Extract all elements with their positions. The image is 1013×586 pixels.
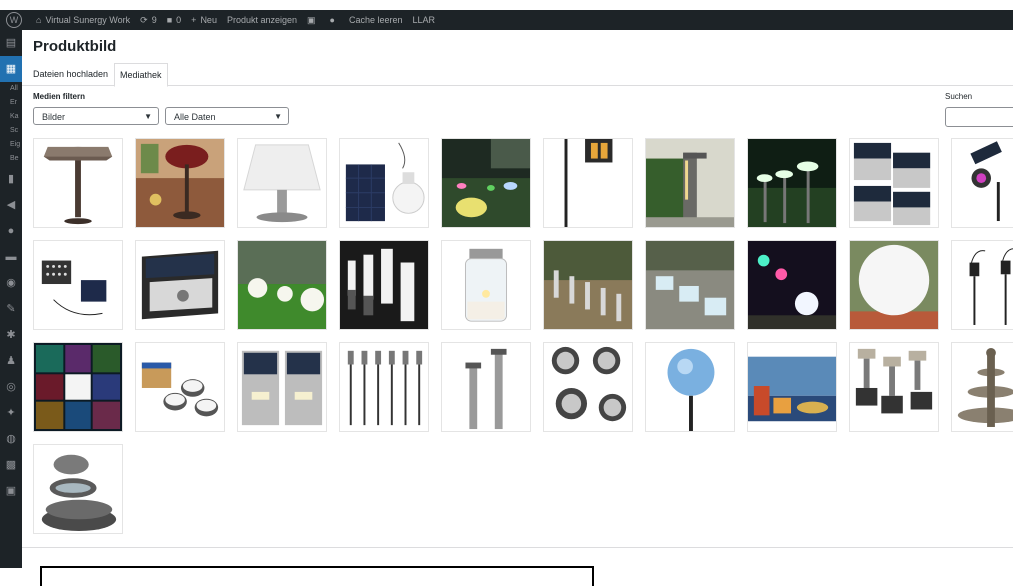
marketing-icon[interactable]: ◀ (0, 192, 22, 218)
media-item-wall-lights-pack[interactable] (849, 138, 939, 228)
analytics-icon[interactable]: ▮ (0, 166, 22, 192)
media-item-blue-globe-stake[interactable] (645, 342, 735, 432)
media-item-tube-lights-night[interactable] (339, 240, 429, 330)
modal-title: Produktbild (33, 38, 117, 55)
selection-box (40, 566, 594, 586)
users-icon[interactable]: ◉ (0, 270, 22, 296)
media-item-white-globe-lamp[interactable] (849, 240, 939, 330)
yoast-link[interactable]: ▣ (307, 15, 320, 26)
sidebar-item-4[interactable]: Eig (0, 138, 22, 152)
updates-count: 9 (151, 15, 157, 25)
grid-icon[interactable]: ▩ (0, 452, 22, 478)
settings-icon[interactable]: ✱ (0, 322, 22, 348)
media-type-select[interactable]: Bilder ▼ (33, 107, 159, 125)
media-item-mason-jar-light[interactable] (441, 240, 531, 330)
media-item-bollard-pair[interactable] (441, 342, 531, 432)
media-item-spotlight-rgb[interactable] (951, 138, 1013, 228)
search-input[interactable] (945, 107, 1013, 127)
site-name: Virtual Sunergy Work (45, 15, 131, 25)
chevron-down-icon: ▼ (144, 112, 152, 121)
cache-label: Cache leeren (348, 15, 403, 25)
wordpress-logo-icon[interactable]: W (6, 12, 22, 28)
media-item-lantern-lake[interactable] (747, 342, 837, 432)
sidebar-item-5[interactable]: Be (0, 152, 22, 166)
plus-icon: + (191, 15, 197, 25)
media-item-garden-ball-lights[interactable] (237, 240, 327, 330)
seo-icon[interactable]: ◎ (0, 374, 22, 400)
media-item-solar-panel-bulb[interactable] (339, 138, 429, 228)
media-item-stake-lights-set[interactable] (339, 342, 429, 432)
media-type-value: Bilder (42, 112, 66, 122)
admin-sidebar: ▤ ▦ All Er Ka Sc Eig Be ▮ ◀ ● ▬ ◉ ✎ ✱ ♟ … (0, 30, 22, 568)
llar-link[interactable]: LLAR (413, 15, 436, 25)
media-item-disk-lights-set[interactable] (543, 342, 633, 432)
products-icon[interactable]: ▦ (0, 56, 22, 82)
home-icon: ⌂ (36, 15, 42, 25)
admin-bar: W ⌂ Virtual Sunergy Work ⟳ 9 ■ 0 + Neu P… (0, 10, 1013, 30)
llar-label: LLAR (412, 15, 436, 25)
refresh-icon: ⟳ (140, 14, 148, 25)
media-item-floodlight-solar[interactable] (33, 240, 123, 330)
sidebar-item-2[interactable]: Ka (0, 110, 22, 124)
media-item-glowing-stones-garden[interactable] (441, 138, 531, 228)
media-item-lamp-red-table[interactable] (135, 138, 225, 228)
sidebar-item-1[interactable]: Er (0, 96, 22, 110)
yoast-icon: ▣ (307, 14, 316, 25)
date-select[interactable]: Alle Daten ▼ (165, 107, 289, 125)
media-modal: Produktbild Dateien hochladen Mediathek … (22, 30, 1013, 586)
site-name-link[interactable]: ⌂ Virtual Sunergy Work (36, 15, 130, 25)
media-item-stake-lights-path[interactable] (543, 240, 633, 330)
new-link[interactable]: + Neu (191, 15, 217, 25)
wrench-icon[interactable]: ✦ (0, 400, 22, 426)
media-item-garden-stake-lights[interactable] (747, 138, 837, 228)
user-icon[interactable]: ♟ (0, 348, 22, 374)
media-item-fountain-tier[interactable] (951, 342, 1013, 432)
tab-upload-files[interactable]: Dateien hochladen (28, 63, 113, 85)
status-dot-icon: ● (329, 15, 335, 25)
media-item-lantern-stakes[interactable] (951, 240, 1013, 330)
date-value: Alle Daten (174, 112, 216, 122)
tab-media-library[interactable]: Mediathek (114, 63, 168, 87)
new-label: Neu (200, 15, 217, 25)
media-item-paver-lights[interactable] (645, 240, 735, 330)
media-item-fountain-stone[interactable] (33, 444, 123, 534)
modal-tabs: Dateien hochladen Mediathek (22, 63, 1013, 87)
media-item-wall-sensor-light[interactable] (135, 240, 225, 330)
media-item-puck-lights-box[interactable] (135, 342, 225, 432)
yoast-sidebar-icon[interactable]: ▣ (0, 478, 22, 504)
media-item-lantern-post[interactable] (543, 138, 633, 228)
view-product-label: Produkt anzeigen (226, 15, 298, 25)
updates-link[interactable]: ⟳ 9 (140, 15, 157, 26)
status-dot-link[interactable]: ● (330, 15, 339, 25)
media-item-wall-lights-pair[interactable] (237, 342, 327, 432)
sidebar-item-0[interactable]: All (0, 82, 22, 96)
appearance-icon[interactable]: ● (0, 218, 22, 244)
sidebar-item-3[interactable]: Sc (0, 124, 22, 138)
media-item-lamp-white-table[interactable] (237, 138, 327, 228)
media-item-rgb-lights-collage[interactable] (33, 342, 123, 432)
comments-count: 0 (176, 15, 182, 25)
media-item-colorful-ball-lights[interactable] (747, 240, 837, 330)
cache-link[interactable]: Cache leeren (349, 15, 403, 25)
comment-icon: ■ (166, 15, 173, 25)
media-item-stake-lights-steel[interactable] (849, 342, 939, 432)
comments-link[interactable]: ■ 0 (167, 15, 181, 25)
circle-icon[interactable]: ◍ (0, 426, 22, 452)
chevron-down-icon: ▼ (274, 112, 282, 121)
media-item-lamp-mosaic-shade[interactable] (33, 138, 123, 228)
plugins-icon[interactable]: ▬ (0, 244, 22, 270)
filter-label: Medien filtern (33, 92, 86, 101)
tools-icon[interactable]: ✎ (0, 296, 22, 322)
view-product-link[interactable]: Produkt anzeigen (227, 15, 297, 25)
modal-toolbar-divider (22, 547, 1013, 548)
dashboard-icon[interactable]: ▤ (0, 30, 22, 56)
search-label: Suchen (945, 92, 973, 101)
media-item-bollard-path-light[interactable] (645, 138, 735, 228)
